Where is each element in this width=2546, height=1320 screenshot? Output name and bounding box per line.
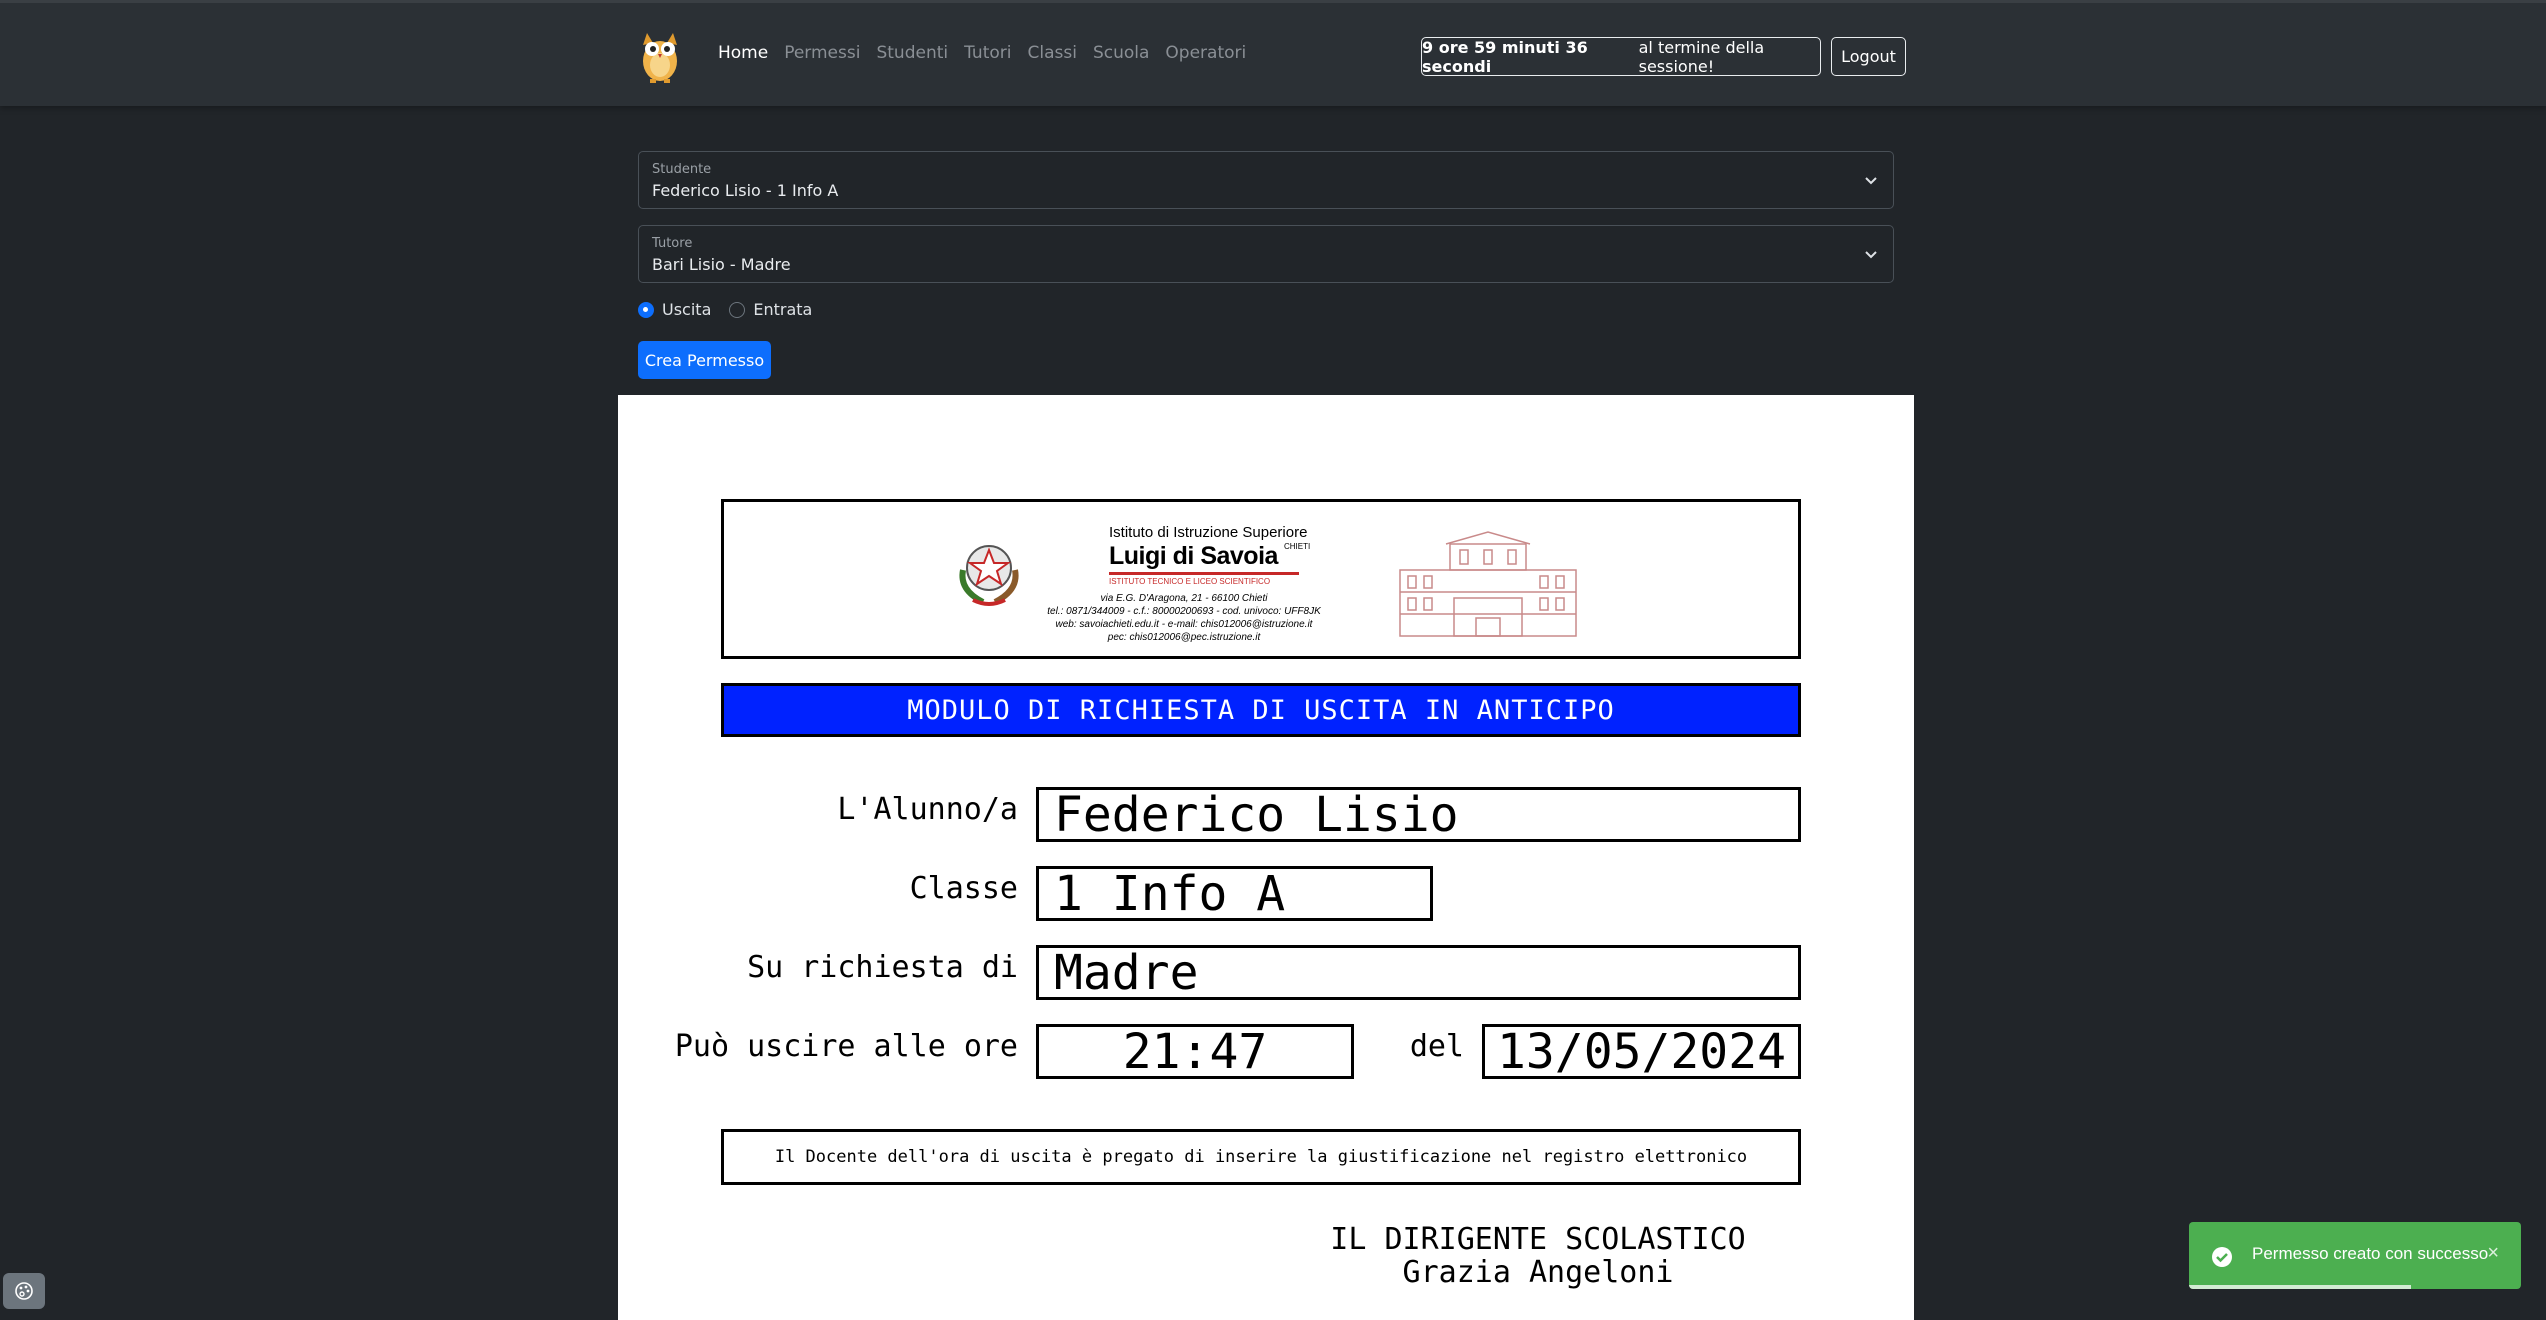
radio-entrata-control[interactable]: [729, 301, 746, 318]
student-label: L'Alunno/a: [837, 792, 1018, 827]
palette-icon: [15, 1282, 33, 1300]
student-select-value: Federico Lisio - 1 Info A: [652, 181, 839, 200]
radio-entrata-label: Entrata: [753, 300, 813, 319]
letterhead-address-block: via E.G. D'Aragona, 21 - 66100 Chieti te…: [1034, 592, 1334, 644]
student-select[interactable]: Studente Federico Lisio - 1 Info A: [638, 151, 1894, 209]
class-value-box: 1 Info A: [1036, 866, 1433, 921]
chevron-down-icon: [1865, 177, 1877, 185]
radio-uscita[interactable]: Uscita: [638, 300, 711, 319]
letterhead-address: via E.G. D'Aragona, 21 - 66100 Chieti: [1100, 593, 1268, 604]
student-value-box: Federico Lisio: [1036, 787, 1801, 842]
nav-permessi[interactable]: Permessi: [784, 43, 860, 63]
create-permit-button[interactable]: Crea Permesso: [638, 341, 771, 379]
class-label: Classe: [909, 871, 1018, 906]
tutor-select-value: Bari Lisio - Madre: [652, 255, 791, 274]
nav-home[interactable]: Home: [718, 43, 768, 63]
letterhead: Istituto di Istruzione Superiore Luigi d…: [721, 499, 1801, 659]
nav-operatori[interactable]: Operatori: [1165, 43, 1246, 63]
letterhead-divider: [1109, 572, 1299, 575]
letterhead-city: CHIETI: [1284, 542, 1311, 551]
session-timer: 9 ore 59 minuti 36 secondi al termine de…: [1421, 37, 1821, 76]
letterhead-line1: Istituto di Istruzione Superiore: [1109, 524, 1308, 541]
owl-mascot-icon[interactable]: [636, 25, 684, 85]
tutor-select-label: Tutore: [652, 236, 693, 251]
request-label: Su richiesta di: [747, 950, 1018, 985]
nav-studenti[interactable]: Studenti: [876, 43, 948, 63]
close-icon[interactable]: ×: [2487, 1242, 2499, 1265]
toast-message: Permesso creato con successo: [2252, 1244, 2489, 1263]
session-time: 9 ore 59 minuti 36 secondi: [1422, 37, 1588, 76]
document-title: MODULO DI RICHIESTA DI USCITA IN ANTICIP…: [721, 683, 1801, 737]
teacher-note: Il Docente dell'ora di uscita è pregato …: [721, 1129, 1801, 1185]
letterhead-subtitle: ISTITUTO TECNICO E LICEO SCIENTIFICO: [1109, 577, 1271, 586]
letterhead-phone: tel.: 0871/344009 - c.f.: 80000200693 - …: [1047, 606, 1321, 617]
navbar: Home Permessi Studenti Tutori Classi Scu…: [0, 0, 2546, 106]
date-label: del: [1409, 1029, 1464, 1064]
session-suffix: al termine della sessione!: [1638, 37, 1765, 76]
student-select-label: Studente: [652, 162, 712, 177]
nav-scuola[interactable]: Scuola: [1093, 43, 1149, 63]
direction-radios: Uscita Entrata: [638, 300, 812, 319]
italian-republic-emblem-icon: [959, 545, 1019, 606]
palette-settings-button[interactable]: [3, 1273, 45, 1309]
time-label: Può uscire alle ore: [674, 1029, 1018, 1064]
permit-document: Istituto di Istruzione Superiore Luigi d…: [618, 395, 1914, 1320]
chevron-down-icon: [1865, 251, 1877, 259]
school-building-icon: [1399, 531, 1577, 637]
signature-block: IL DIRIGENTE SCOLASTICO Grazia Angeloni: [1328, 1223, 1748, 1289]
logout-button[interactable]: Logout: [1831, 37, 1906, 76]
letterhead-school-name: Luigi di Savoia: [1109, 542, 1278, 570]
signature-title: IL DIRIGENTE SCOLASTICO: [1330, 1222, 1746, 1257]
request-value-box: Madre: [1036, 945, 1801, 1000]
radio-uscita-label: Uscita: [662, 300, 712, 319]
letterhead-pec: pec: chis012006@pec.istruzione.it: [1107, 632, 1261, 643]
nav-classi[interactable]: Classi: [1027, 43, 1076, 63]
letterhead-web: web: savoiachieti.edu.it - e-mail: chis0…: [1055, 619, 1313, 630]
tutor-select[interactable]: Tutore Bari Lisio - Madre: [638, 225, 1894, 283]
check-circle-icon: [2212, 1247, 2232, 1267]
radio-uscita-control[interactable]: [638, 301, 654, 318]
signature-name: Grazia Angeloni: [1402, 1255, 1674, 1290]
radio-entrata[interactable]: Entrata: [729, 300, 812, 319]
toast-progress-bar: [2189, 1285, 2412, 1289]
nav-tutori[interactable]: Tutori: [964, 43, 1011, 63]
success-toast: Permesso creato con successo ×: [2189, 1222, 2521, 1289]
nav-links: Home Permessi Studenti Tutori Classi Scu…: [718, 43, 1246, 63]
date-value-box: 13/05/2024: [1482, 1024, 1801, 1079]
